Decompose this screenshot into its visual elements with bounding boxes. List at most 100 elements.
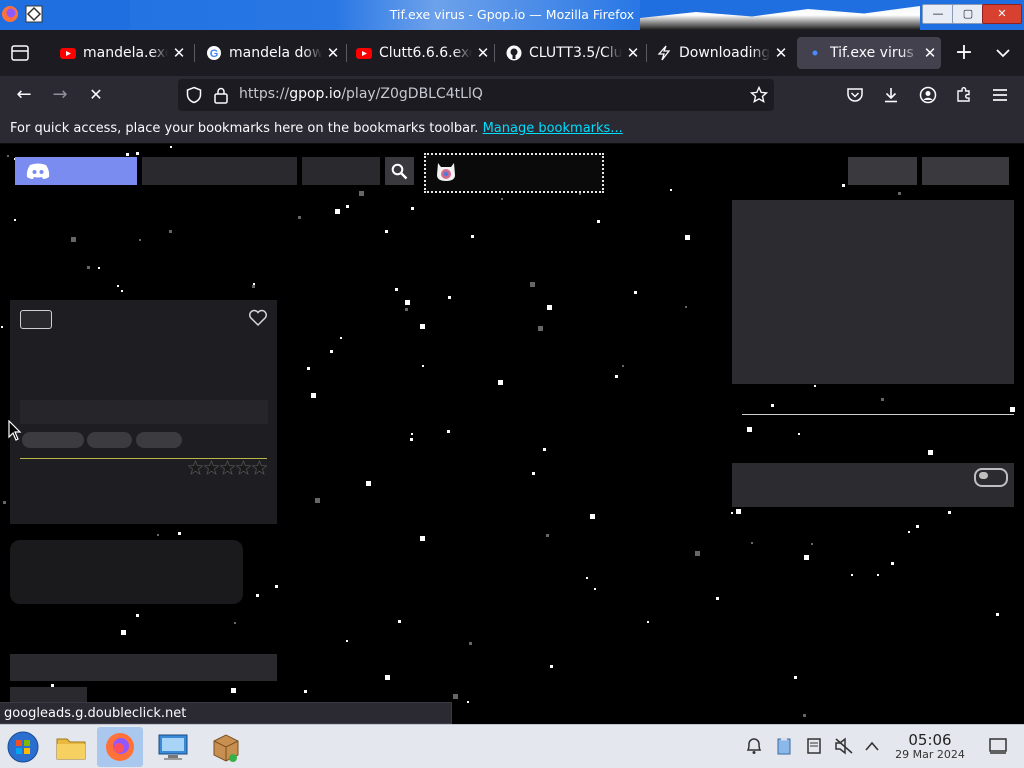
new-tab-button[interactable]: + — [952, 41, 976, 65]
hamburger-menu-icon[interactable] — [991, 87, 1009, 103]
background-star — [647, 621, 649, 623]
discord-button[interactable] — [15, 157, 137, 185]
user-profile-box[interactable] — [424, 153, 604, 193]
background-star — [395, 288, 398, 291]
nav-right-button-2[interactable] — [922, 157, 1009, 185]
nav-right-button-1[interactable] — [848, 157, 917, 185]
background-star — [422, 365, 424, 367]
back-button[interactable]: ← — [10, 82, 38, 108]
card-badge — [20, 310, 52, 329]
clock-time[interactable]: 05:06 — [906, 731, 954, 749]
pocket-icon[interactable] — [846, 86, 864, 104]
background-star — [315, 498, 320, 503]
rating-star-icon — [236, 460, 251, 475]
background-star — [467, 701, 469, 703]
background-star — [346, 640, 348, 642]
tab-close-icon[interactable]: ✕ — [322, 44, 344, 62]
taskbar-file-manager[interactable] — [48, 727, 94, 767]
background-star — [157, 534, 159, 536]
downloads-icon[interactable] — [882, 86, 900, 104]
nav-placeholder-2[interactable] — [302, 157, 380, 185]
clock-date[interactable]: 29 Mar 2024 — [888, 748, 972, 761]
background-star — [469, 642, 472, 645]
background-star — [346, 205, 349, 208]
nav-placeholder-1[interactable] — [142, 157, 297, 185]
background-star — [121, 630, 126, 635]
url-text[interactable]: https://gpop.io/play/Z0gDBLC4tLlQ — [239, 86, 483, 102]
list-all-tabs-icon[interactable] — [995, 46, 1011, 60]
taskbar-system-settings[interactable] — [150, 727, 196, 767]
background-star — [256, 594, 259, 597]
show-desktop-icon[interactable] — [988, 737, 1008, 755]
background-star — [298, 216, 301, 219]
background-star — [634, 291, 637, 294]
tag-pill[interactable] — [87, 432, 132, 448]
show-hidden-icons-icon[interactable] — [864, 740, 880, 752]
tab-clutt666[interactable]: Clutt6.6.6.exe ✕ — [346, 37, 494, 69]
taskbar-package-manager[interactable] — [203, 727, 249, 767]
start-button[interactable] — [0, 727, 46, 767]
site-search-button[interactable] — [385, 157, 414, 185]
background-star — [169, 230, 172, 233]
tab-separator — [494, 44, 495, 62]
background-star — [771, 404, 774, 407]
taskbar-firefox[interactable] — [97, 727, 143, 767]
close-window-button[interactable]: ✕ — [982, 4, 1022, 24]
tab-close-icon[interactable]: ✕ — [168, 44, 190, 62]
background-star — [385, 675, 390, 680]
firefox-view-icon[interactable] — [10, 44, 30, 62]
manage-bookmarks-link[interactable]: Manage bookmarks... — [483, 121, 623, 136]
tag-pill[interactable] — [22, 432, 84, 448]
account-icon[interactable] — [919, 86, 937, 104]
tab-label: mandela dow — [229, 45, 322, 61]
background-star — [670, 189, 672, 191]
secondary-card[interactable] — [10, 540, 243, 604]
tab-tif-exe-virus[interactable]: Tif.exe virus - ✕ — [797, 37, 941, 69]
tab-label: CLUTT3.5/Clut — [529, 45, 622, 61]
tracking-protection-shield-icon[interactable] — [185, 86, 203, 104]
background-star — [3, 501, 6, 504]
background-star — [471, 235, 474, 238]
background-star — [420, 324, 425, 329]
background-star — [586, 577, 588, 579]
background-star — [231, 688, 236, 693]
background-star — [366, 481, 371, 486]
background-star — [798, 433, 800, 435]
background-star — [928, 450, 933, 455]
tab-clutt35[interactable]: CLUTT3.5/Clut ✕ — [496, 37, 644, 69]
tab-close-icon[interactable]: ✕ — [622, 44, 644, 62]
rating-star-icon — [204, 460, 219, 475]
background-star — [136, 152, 139, 155]
background-star — [121, 290, 123, 292]
youtube-icon — [60, 48, 76, 59]
volume-muted-icon[interactable] — [834, 737, 854, 755]
heart-icon[interactable] — [248, 309, 268, 327]
background-star — [916, 525, 919, 528]
minimize-button[interactable]: — — [922, 4, 954, 24]
notification-bell-icon[interactable] — [744, 736, 764, 756]
tab-close-icon[interactable]: ✕ — [770, 44, 792, 62]
storage-tray-icon[interactable] — [805, 737, 823, 755]
tab-mandela-download[interactable]: G mandela dow ✕ — [196, 37, 344, 69]
background-star — [948, 511, 951, 514]
forward-button[interactable]: → — [46, 82, 74, 108]
tab-downloading[interactable]: Downloading ✕ — [646, 37, 792, 69]
bookmarks-toolbar-message: For quick access, place your bookmarks h… — [10, 121, 623, 136]
background-star — [411, 207, 414, 210]
discord-icon — [26, 163, 50, 179]
stop-loading-button[interactable]: ✕ — [82, 82, 110, 108]
tab-mandela-exe[interactable]: mandela.exe ✕ — [50, 37, 190, 69]
tab-close-icon[interactable]: ✕ — [472, 44, 494, 62]
extensions-puzzle-icon[interactable] — [955, 86, 973, 104]
toggle-switch[interactable] — [974, 468, 1008, 487]
bookmark-star-icon[interactable] — [750, 86, 768, 104]
clipboard-tray-icon[interactable] — [775, 736, 793, 756]
lock-icon[interactable] — [213, 86, 229, 104]
tab-label: mandela.exe — [83, 45, 168, 61]
folder-icon — [56, 738, 86, 760]
song-card[interactable] — [10, 300, 277, 524]
background-star — [87, 266, 90, 269]
maximize-button[interactable]: ▢ — [952, 4, 984, 24]
tab-close-icon[interactable]: ✕ — [919, 44, 941, 62]
tag-pill[interactable] — [136, 432, 182, 448]
